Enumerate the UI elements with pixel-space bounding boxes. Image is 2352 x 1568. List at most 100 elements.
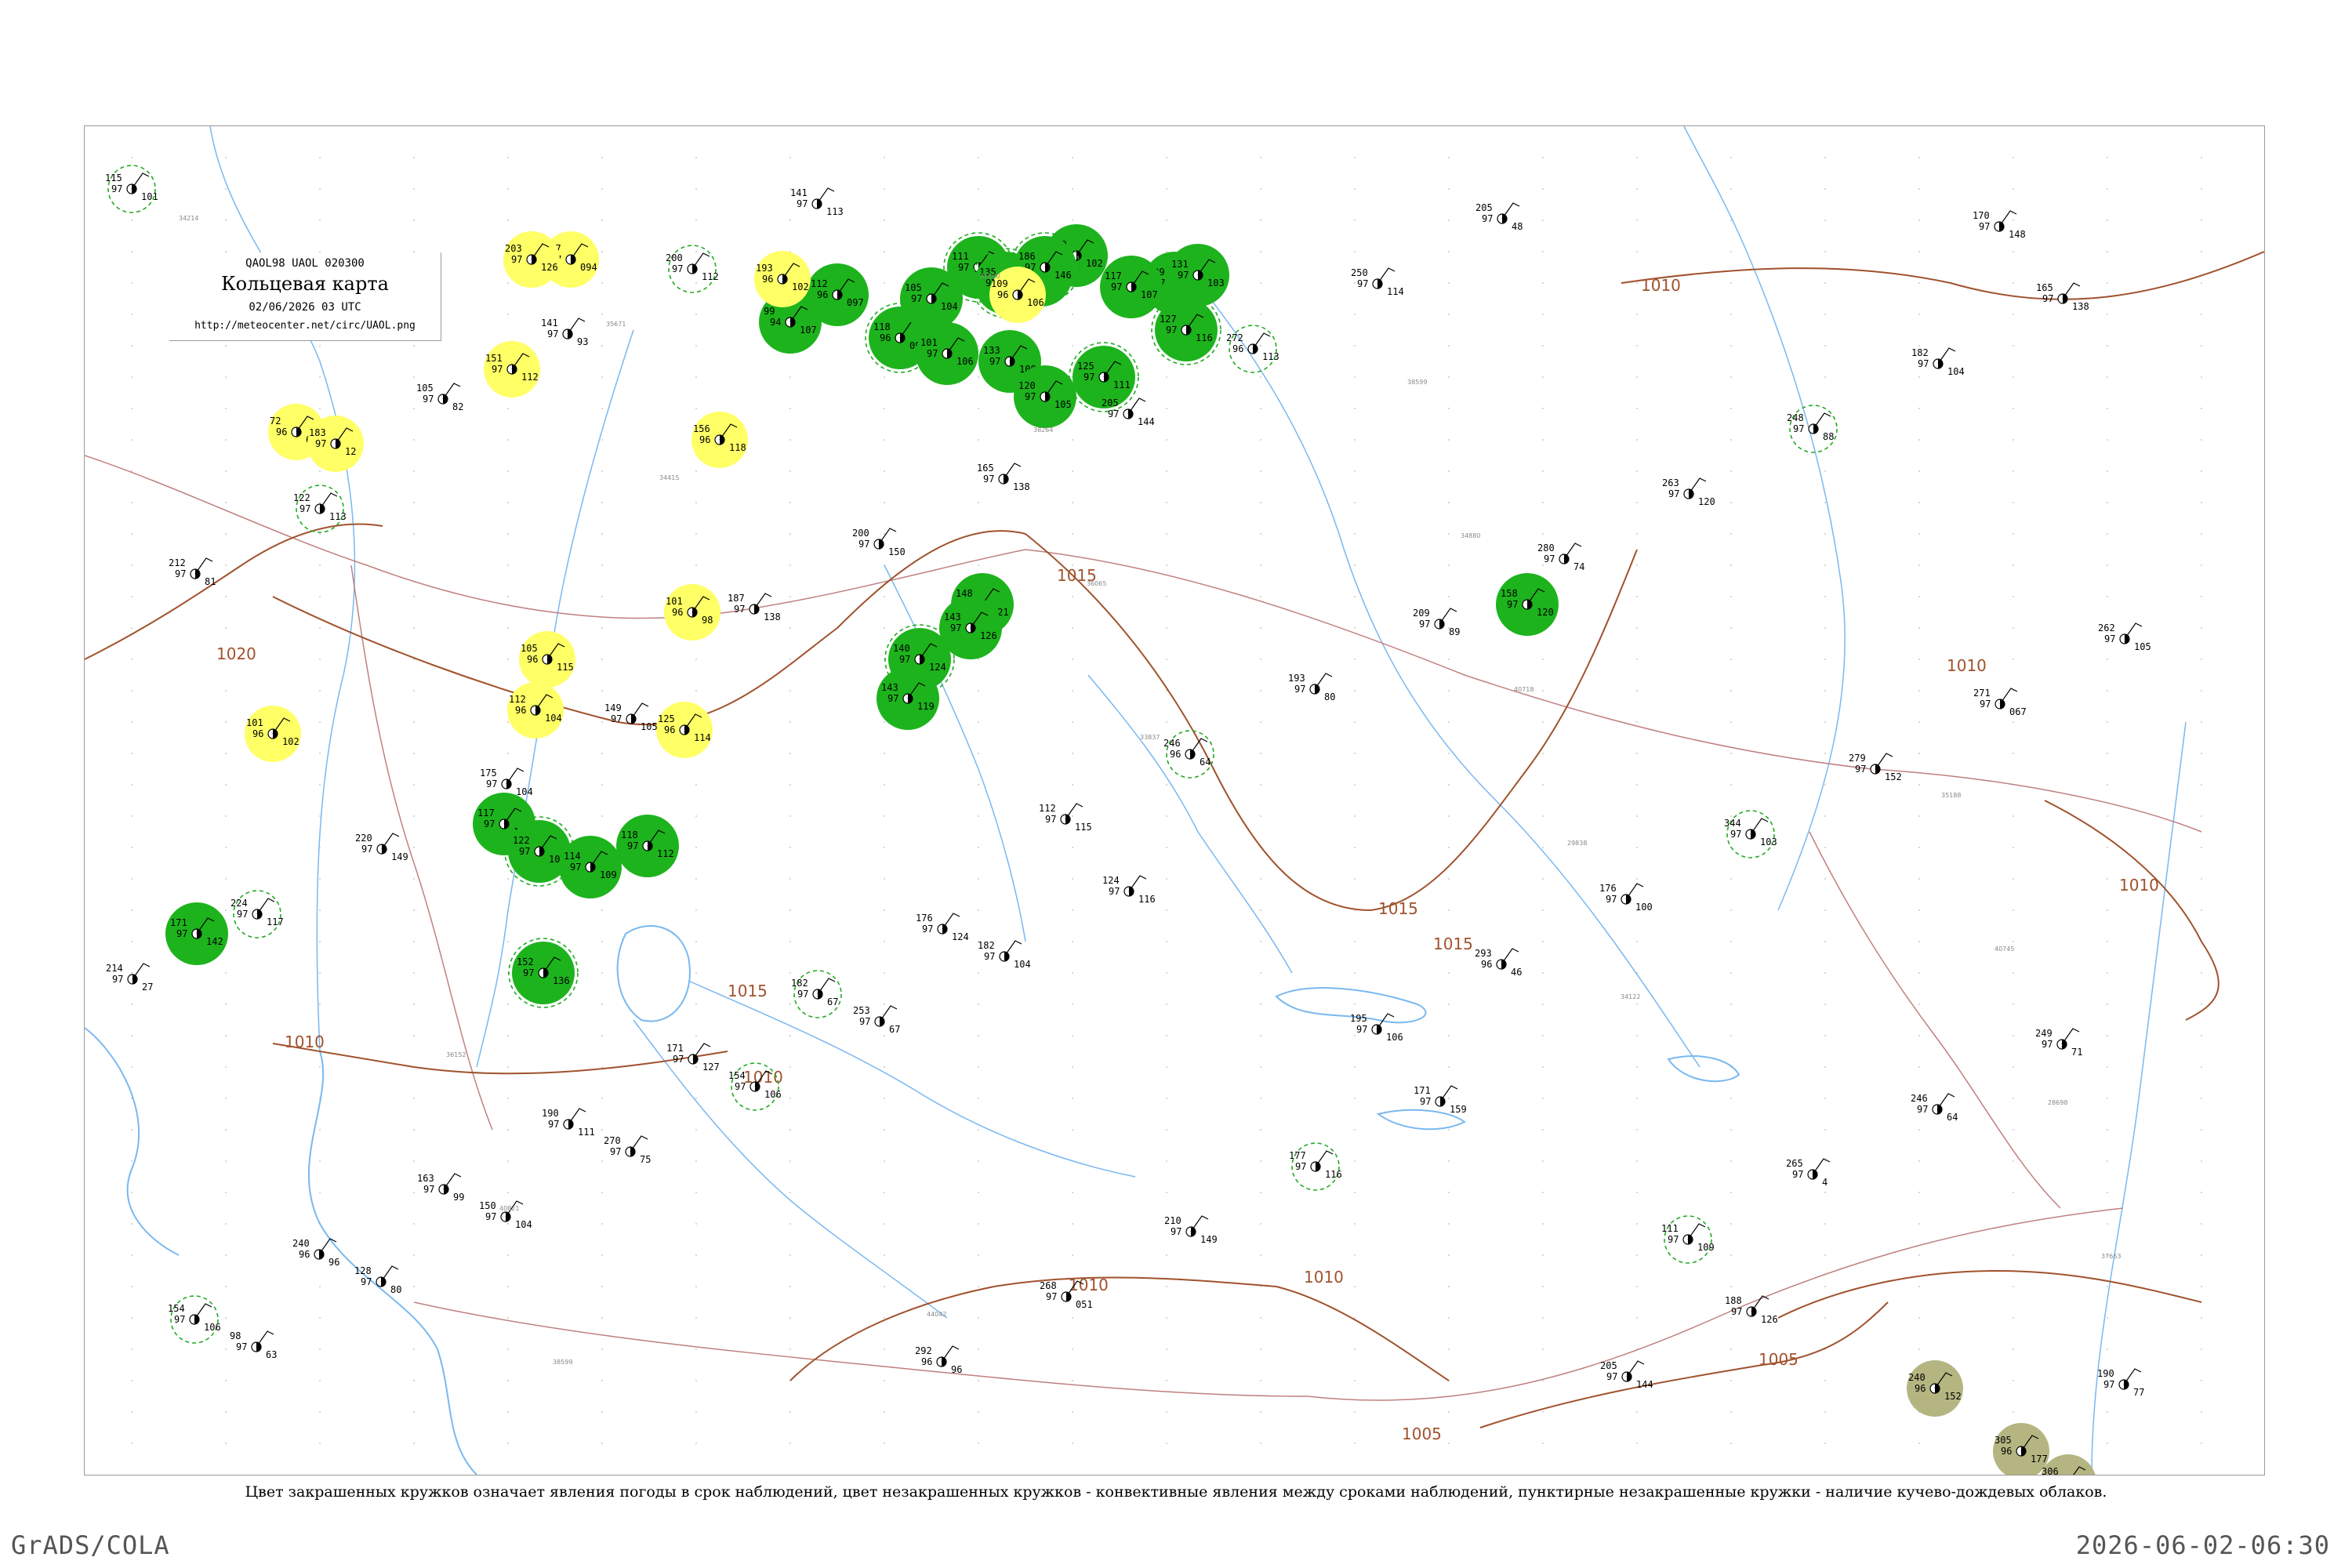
grid-dot <box>1918 470 1920 472</box>
station-temp: 109 <box>991 278 1008 289</box>
station-dew: 97 <box>1025 391 1036 402</box>
grid-dot <box>225 1254 227 1256</box>
station-id-label: 41560 <box>980 273 1000 280</box>
grid-dot <box>1072 1380 1073 1381</box>
grid-dot <box>131 1160 132 1162</box>
grid-dot <box>1072 1443 1073 1444</box>
grid-dot <box>1166 564 1167 566</box>
station-temp: 125 <box>1077 361 1094 372</box>
grid-dot <box>1260 1254 1261 1256</box>
station-dew: 97 <box>485 1211 496 1222</box>
station-dew: 97 <box>1356 1024 1367 1035</box>
grid-dot <box>978 847 979 848</box>
grid-dot <box>1824 1286 1826 1287</box>
grid-dot <box>131 376 132 378</box>
grid-dot <box>2201 721 2202 723</box>
station-dew: 97 <box>1606 1371 1617 1382</box>
grid-dot <box>789 909 791 911</box>
station-dew: 96 <box>2001 1446 2012 1457</box>
station-dew: 97 <box>175 568 186 579</box>
grid-dot <box>2013 627 2014 629</box>
station-dew: 96 <box>1481 959 1492 970</box>
station-dew: 96 <box>515 705 526 716</box>
grid-dot <box>1166 596 1167 597</box>
grid-dot <box>1448 564 1450 566</box>
station-marker: 11797 107 <box>1100 256 1163 318</box>
grid-dot <box>1636 1317 1638 1319</box>
grid-dot <box>789 1443 791 1444</box>
grid-dot <box>507 220 509 221</box>
grid-dot <box>1542 847 1544 848</box>
grid-dot <box>2013 157 2014 158</box>
station-pressure: 138 <box>1013 481 1030 492</box>
grid-dot <box>884 909 885 911</box>
grid-dot <box>413 1160 415 1162</box>
station-marker: 26397 120 <box>1662 477 1715 507</box>
grid-dot <box>2013 659 2014 660</box>
isobar-label: 1015 <box>1433 935 1473 953</box>
grid-dot <box>884 157 885 158</box>
station-temp: 263 <box>1662 477 1679 488</box>
station-temp: 101 <box>920 337 938 348</box>
grid-dot <box>2013 188 2014 190</box>
grid-dot <box>1166 1411 1167 1413</box>
grid-dot <box>695 533 697 535</box>
grid-dot <box>1918 157 1920 158</box>
grid-dot <box>2013 847 2014 848</box>
grid-dot <box>1072 596 1073 597</box>
station-pressure: 127 <box>702 1062 720 1073</box>
grid-dot <box>1918 1066 1920 1068</box>
grid-dot <box>695 1317 697 1319</box>
grid-dot <box>789 439 791 441</box>
station-marker: 11297 115 <box>1039 803 1092 833</box>
grid-dot <box>1918 627 1920 629</box>
grid-dot <box>884 784 885 786</box>
grid-dot <box>1542 659 1544 660</box>
station-marker: 12797 116 <box>1151 295 1221 365</box>
grid-dot <box>1448 690 1450 691</box>
grid-dot <box>601 470 603 472</box>
grid-dot <box>1072 784 1073 786</box>
grid-dot <box>1260 439 1261 441</box>
grid-dot <box>601 1004 603 1005</box>
grid-dot <box>225 753 227 754</box>
station-dew: 97 <box>1731 1306 1742 1317</box>
station-marker: 10597 82 <box>416 383 463 412</box>
grid-dot <box>1448 1066 1450 1068</box>
grid-dot <box>1260 1098 1261 1099</box>
station-dew: 97 <box>1419 619 1430 630</box>
grid-dot <box>2201 1192 2202 1193</box>
grid-dot <box>1730 1443 1732 1444</box>
grid-dot <box>319 1411 321 1413</box>
grid-dot <box>1636 1004 1638 1005</box>
grid-dot <box>319 596 321 597</box>
grid-dot <box>131 408 132 409</box>
station-marker: 18297 104 <box>978 940 1031 970</box>
grid-dot <box>695 345 697 347</box>
grid-dot <box>2201 1066 2202 1068</box>
grid-dot <box>319 1129 321 1131</box>
grid-dot <box>601 564 603 566</box>
grid-dot <box>1354 627 1356 629</box>
station-marker: 34497 103 <box>1724 810 1777 858</box>
grid-dot <box>225 1129 227 1131</box>
station-dew: 97 <box>1166 325 1177 336</box>
station-pressure: 177 <box>2031 1454 2048 1465</box>
map-frame: 1020 1015 1015 1015 1015 1010 1010 1010 1010 1010… <box>84 125 2265 1475</box>
grid-dot <box>131 314 132 315</box>
station-dew: 97 <box>1980 699 1991 710</box>
grid-dot <box>1260 784 1261 786</box>
station-temp: 253 <box>853 1005 870 1016</box>
grid-dot <box>1824 847 1826 848</box>
station-temp: 209 <box>1413 608 1430 619</box>
grid-dot <box>978 753 979 754</box>
grid-dot <box>1542 408 1544 409</box>
grid-dot <box>978 439 979 441</box>
station-temp: 131 <box>1171 259 1189 270</box>
station-pressure: 094 <box>580 262 597 273</box>
grid-dot <box>1260 1192 1261 1193</box>
grid-dot <box>1260 721 1261 723</box>
grid-dot <box>319 376 321 378</box>
grid-dot <box>2013 1004 2014 1005</box>
grid-dot <box>1072 157 1073 158</box>
